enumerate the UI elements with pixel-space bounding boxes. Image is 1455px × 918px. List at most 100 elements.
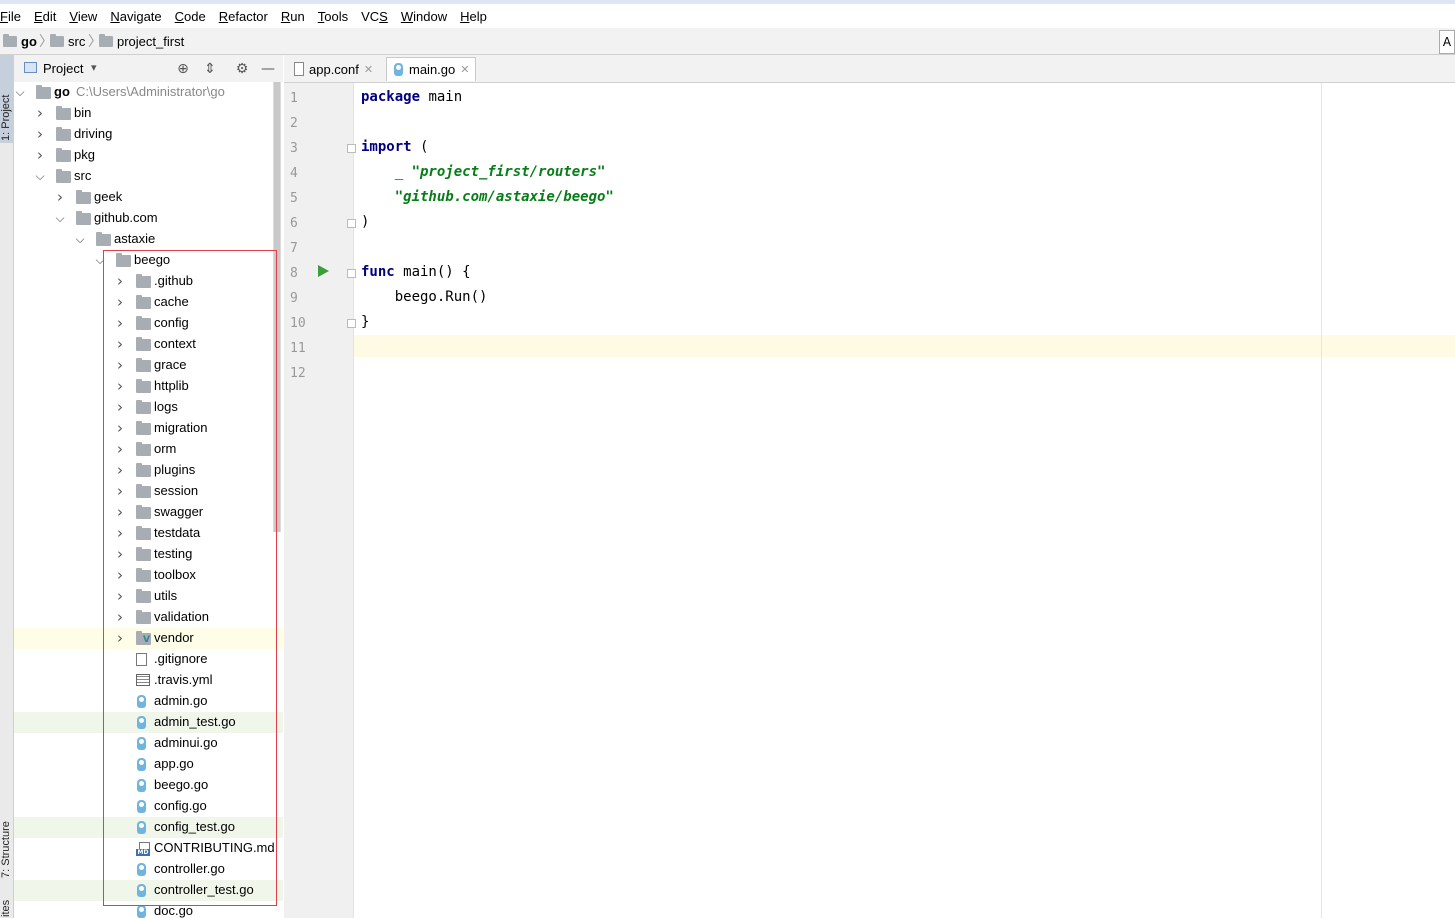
- menu-item-window[interactable]: Window: [401, 9, 447, 24]
- menu-item-edit[interactable]: Edit: [34, 9, 56, 24]
- minimize-icon[interactable]: —: [260, 61, 276, 77]
- chevron-right-icon[interactable]: ›: [114, 295, 126, 310]
- breadcrumb-go[interactable]: go: [3, 32, 37, 50]
- tab-main-go[interactable]: main.go ✕: [386, 57, 477, 81]
- chevron-right-icon[interactable]: ›: [54, 190, 66, 205]
- tree-folder-row[interactable]: › testing: [14, 544, 283, 565]
- tree-folder-row[interactable]: › testdata: [14, 523, 283, 544]
- chevron-right-icon[interactable]: ›: [114, 358, 126, 373]
- code-line[interactable]: func main() {: [361, 264, 471, 280]
- chevron-right-icon[interactable]: ›: [114, 589, 126, 604]
- menu-item-file[interactable]: File: [0, 9, 21, 24]
- tree-file-row[interactable]: controller_test.go: [14, 880, 283, 901]
- locate-icon[interactable]: ⊕: [175, 61, 191, 77]
- tree-folder-row[interactable]: › utils: [14, 586, 283, 607]
- fold-marker-icon[interactable]: [347, 319, 356, 328]
- close-icon[interactable]: ✕: [364, 63, 373, 76]
- tree-folder-row[interactable]: › driving: [14, 124, 283, 145]
- tree-file-row[interactable]: config_test.go: [14, 817, 283, 838]
- tree-folder-row[interactable]: › toolbox: [14, 565, 283, 586]
- tree-folder-row[interactable]: › httplib: [14, 376, 283, 397]
- code-line[interactable]: import (: [361, 139, 428, 155]
- project-tool-tab[interactable]: 1: Project: [0, 55, 13, 143]
- menu-item-refactor[interactable]: Refactor: [219, 9, 268, 24]
- chevron-right-icon[interactable]: ›: [114, 484, 126, 499]
- tree-folder-row[interactable]: › bin: [14, 103, 283, 124]
- tree-file-row[interactable]: admin_test.go: [14, 712, 283, 733]
- menu-item-navigate[interactable]: Navigate: [110, 9, 161, 24]
- tree-file-row[interactable]: adminui.go: [14, 733, 283, 754]
- tree-folder-row[interactable]: ⌵ github.com: [14, 208, 283, 229]
- chevron-down-icon[interactable]: ▾: [91, 61, 97, 74]
- fold-marker-icon[interactable]: [347, 219, 356, 228]
- fold-marker-icon[interactable]: [347, 269, 356, 278]
- chevron-right-icon[interactable]: ›: [34, 148, 46, 163]
- menu-item-vcs[interactable]: VCS: [361, 9, 388, 24]
- chevron-right-icon[interactable]: ›: [114, 463, 126, 478]
- tree-folder-row[interactable]: › context: [14, 334, 283, 355]
- tree-file-row[interactable]: doc.go: [14, 901, 283, 918]
- tree-folder-row[interactable]: ⌵ go C:\Users\Administrator\go: [14, 82, 283, 103]
- tree-file-row[interactable]: beego.go: [14, 775, 283, 796]
- code-line[interactable]: "github.com/astaxie/beego": [361, 189, 614, 205]
- tree-folder-row[interactable]: › plugins: [14, 460, 283, 481]
- editor-gutter[interactable]: 1 2 3 4 5 6 7 8 9 10 11 12: [284, 83, 354, 918]
- tree-file-row[interactable]: controller.go: [14, 859, 283, 880]
- toolbar-right-button[interactable]: A: [1439, 30, 1455, 54]
- tree-file-row[interactable]: .travis.yml: [14, 670, 283, 691]
- tab-app-conf[interactable]: app.conf ✕: [288, 57, 379, 81]
- tree-folder-row[interactable]: › logs: [14, 397, 283, 418]
- tree-folder-row[interactable]: › Vvendor: [14, 628, 283, 649]
- tree-folder-row[interactable]: › swagger: [14, 502, 283, 523]
- tree-folder-row[interactable]: › grace: [14, 355, 283, 376]
- tree-folder-row[interactable]: ⌵ astaxie: [14, 229, 283, 250]
- tree-file-row[interactable]: app.go: [14, 754, 283, 775]
- chevron-right-icon[interactable]: ›: [34, 127, 46, 142]
- chevron-right-icon[interactable]: ›: [114, 547, 126, 562]
- collapse-all-icon[interactable]: ⇕: [202, 61, 218, 77]
- menu-item-help[interactable]: Help: [460, 9, 487, 24]
- tree-file-row[interactable]: .gitignore: [14, 649, 283, 670]
- tree-folder-row[interactable]: › pkg: [14, 145, 283, 166]
- run-icon[interactable]: [318, 265, 329, 277]
- chevron-down-icon[interactable]: ⌵: [14, 85, 26, 99]
- tree-folder-row[interactable]: › migration: [14, 418, 283, 439]
- tree-folder-row[interactable]: ⌵ beego: [14, 250, 283, 271]
- code-line[interactable]: beego.Run(): [361, 289, 488, 305]
- chevron-right-icon[interactable]: ›: [114, 400, 126, 415]
- chevron-down-icon[interactable]: ⌵: [34, 169, 46, 183]
- code-line[interactable]: ): [361, 214, 369, 230]
- favorites-tool-tab[interactable]: ites: [0, 895, 13, 918]
- chevron-right-icon[interactable]: ›: [114, 631, 126, 646]
- tree-folder-row[interactable]: › orm: [14, 439, 283, 460]
- tree-folder-row[interactable]: › .github: [14, 271, 283, 292]
- chevron-right-icon[interactable]: ›: [114, 421, 126, 436]
- breadcrumb-project-first[interactable]: project_first: [99, 32, 184, 50]
- chevron-right-icon[interactable]: ›: [114, 610, 126, 625]
- chevron-right-icon[interactable]: ›: [114, 337, 126, 352]
- structure-tool-tab[interactable]: 7: Structure: [0, 800, 13, 880]
- tree-folder-row[interactable]: › config: [14, 313, 283, 334]
- chevron-right-icon[interactable]: ›: [114, 316, 126, 331]
- tree-folder-row[interactable]: › geek: [14, 187, 283, 208]
- gear-icon[interactable]: ⚙: [234, 61, 250, 77]
- close-icon[interactable]: ✕: [460, 63, 469, 76]
- tree-folder-row[interactable]: › cache: [14, 292, 283, 313]
- code-line[interactable]: }: [361, 314, 369, 330]
- chevron-right-icon[interactable]: ›: [114, 274, 126, 289]
- fold-marker-icon[interactable]: [347, 144, 356, 153]
- tree-folder-row[interactable]: › session: [14, 481, 283, 502]
- tree-folder-row[interactable]: ⌵ src: [14, 166, 283, 187]
- tree-file-row[interactable]: MD CONTRIBUTING.md: [14, 838, 283, 859]
- code-line[interactable]: package main: [361, 89, 462, 105]
- breadcrumb-src[interactable]: src: [50, 32, 85, 50]
- project-panel-title[interactable]: Project: [43, 61, 83, 76]
- chevron-down-icon[interactable]: ⌵: [74, 232, 86, 246]
- chevron-right-icon[interactable]: ›: [114, 505, 126, 520]
- chevron-right-icon[interactable]: ›: [114, 379, 126, 394]
- tree-folder-row[interactable]: › validation: [14, 607, 283, 628]
- tree-file-row[interactable]: config.go: [14, 796, 283, 817]
- chevron-down-icon[interactable]: ⌵: [54, 211, 66, 225]
- chevron-right-icon[interactable]: ›: [114, 568, 126, 583]
- menu-item-code[interactable]: Code: [175, 9, 206, 24]
